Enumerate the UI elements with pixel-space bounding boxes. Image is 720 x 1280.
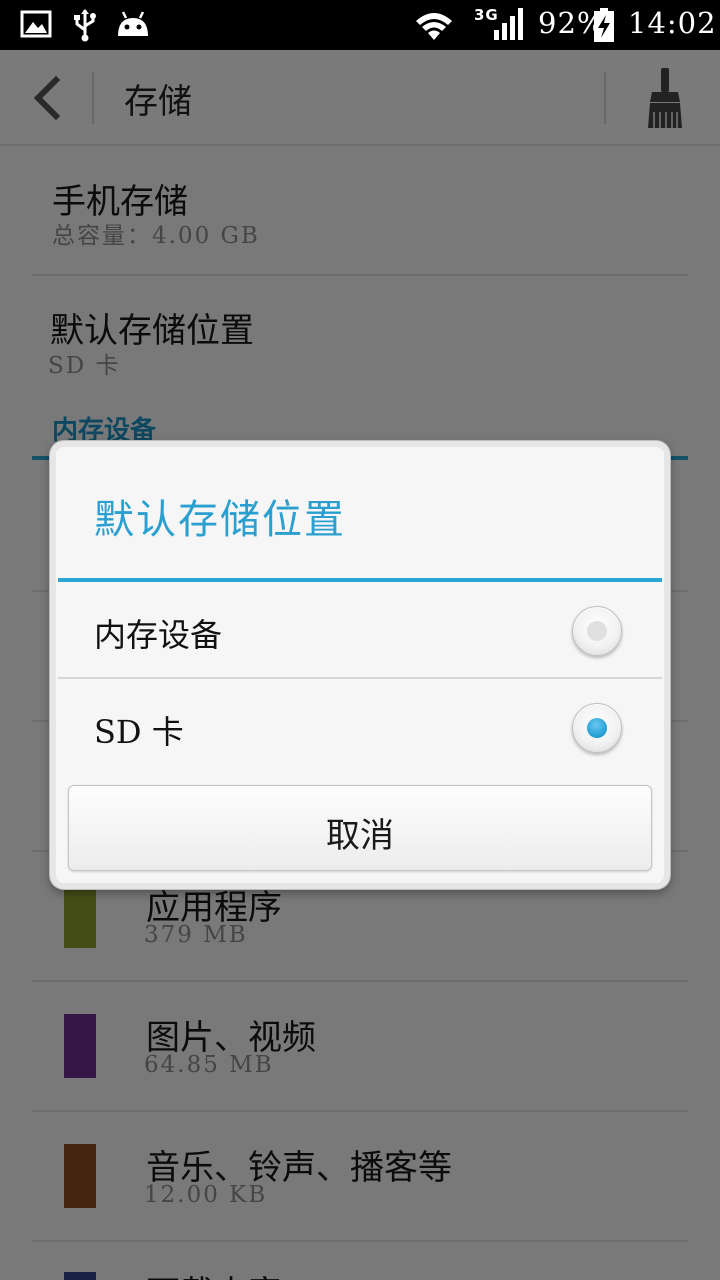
clock: 14:02: [628, 6, 717, 40]
option-internal-storage[interactable]: 内存设备: [58, 582, 662, 680]
cancel-button[interactable]: 取消: [68, 785, 652, 871]
option-label: SD 卡: [94, 713, 184, 751]
radio-button-selected[interactable]: [572, 703, 622, 753]
usb-icon: [74, 9, 96, 42]
dialog-title: 默认存储位置: [94, 497, 346, 543]
radio-indicator: [587, 621, 607, 641]
battery-charging-icon: [594, 8, 614, 42]
status-bar: 3G 92% 14:02: [0, 0, 720, 50]
option-label: 内存设备: [94, 616, 223, 654]
option-sd-card[interactable]: SD 卡: [58, 679, 662, 777]
cancel-label: 取消: [326, 816, 394, 856]
signal-icon: [494, 8, 523, 40]
radio-indicator: [587, 718, 607, 738]
android-icon: [118, 11, 148, 36]
default-storage-dialog: 默认存储位置 内存设备 SD 卡 取消: [50, 441, 670, 889]
radio-button[interactable]: [572, 606, 622, 656]
gallery-icon: [20, 10, 52, 38]
wifi-icon: [416, 13, 452, 40]
